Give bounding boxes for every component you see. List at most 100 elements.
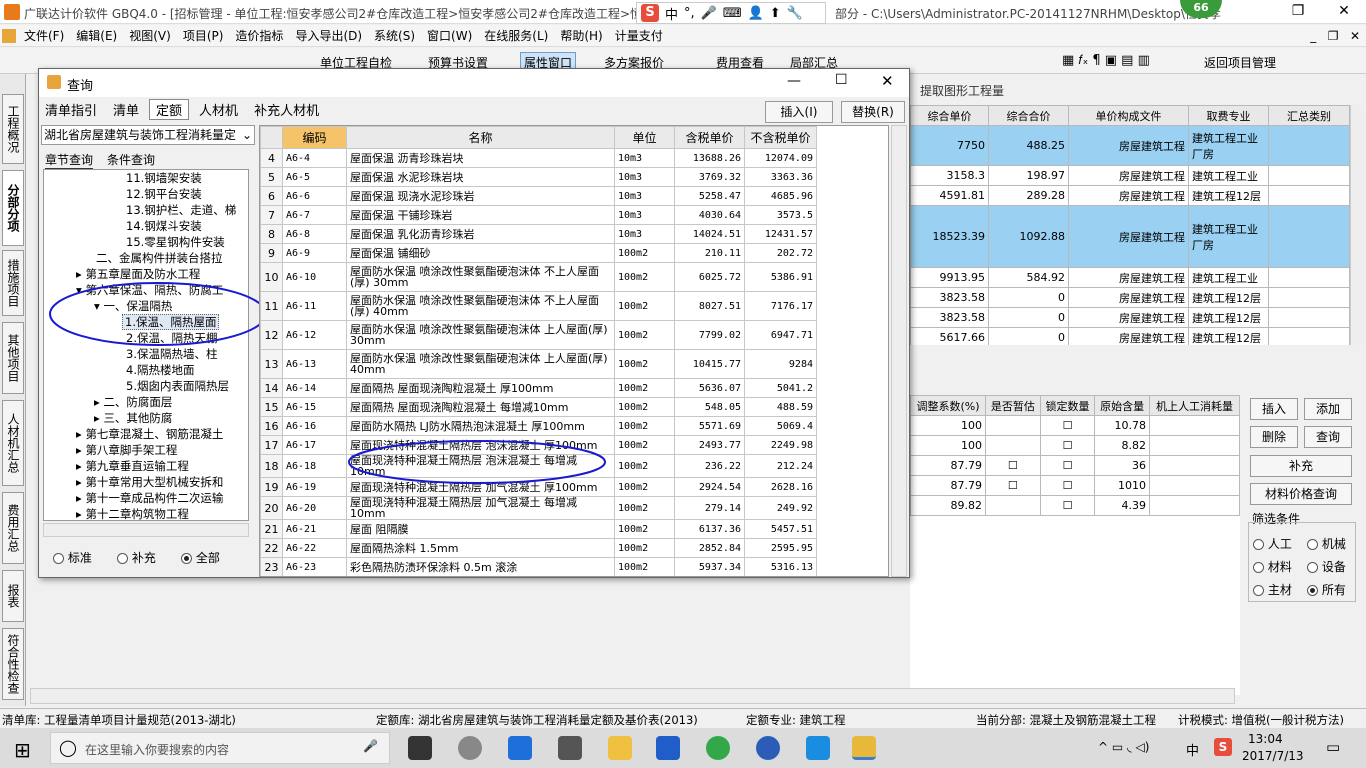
insert-side-button[interactable]: 插入 xyxy=(1250,398,1298,420)
tree-item[interactable]: 二、金属构件拼装台搭拉 xyxy=(44,250,248,266)
col-unit-price[interactable]: 综合单价 xyxy=(910,105,989,126)
horizontal-scrollbar[interactable] xyxy=(30,688,1235,704)
col-lock[interactable]: 锁定数量 xyxy=(1039,395,1096,416)
col-total-price[interactable]: 综合合价 xyxy=(988,105,1069,126)
tree-item[interactable]: 15.零星钢构件安装 xyxy=(44,234,248,250)
main-grid-scrollbar[interactable] xyxy=(1350,105,1364,345)
col-adjust[interactable]: 调整系数(%) xyxy=(910,395,987,416)
menu-cost-index[interactable]: 造价指标 xyxy=(229,27,289,44)
menu-file[interactable]: 文件(F) xyxy=(18,27,70,44)
col-tax-price[interactable]: 含税单价 xyxy=(674,126,745,149)
radio-all[interactable]: 全部 xyxy=(181,549,220,566)
menu-help[interactable]: 帮助(H) xyxy=(554,27,608,44)
table-row[interactable]: 87.79 ☐ ☐ 1010 xyxy=(910,475,1240,496)
table-row[interactable]: 23 A6-23 彩色隔热防渍环保涂料 0.5m 滚涂 100m2 5937.34 531… xyxy=(260,557,817,576)
table-row[interactable]: 3823.58 0 房屋建筑工程 建筑工程12层 xyxy=(910,287,1350,308)
ime-lang[interactable]: 中 xyxy=(1186,740,1199,759)
material-price-query-button[interactable]: 材料价格查询 xyxy=(1250,483,1352,505)
table-row[interactable]: 9 A6-9 屋面保温 铺细砂 100m2 210.11 202.72 xyxy=(260,243,817,263)
menu-project[interactable]: 项目(P) xyxy=(177,27,230,44)
glodon-red-icon[interactable] xyxy=(756,736,780,760)
tree-item[interactable]: 14.钢煤斗安装 xyxy=(44,218,248,234)
tree-item[interactable]: ▸ 第十二章构筑物工程 xyxy=(44,506,248,520)
dialog-insert-button[interactable]: 插入(I) xyxy=(765,101,833,123)
table-row[interactable]: 3823.58 0 房屋建筑工程 建筑工程12层 xyxy=(910,307,1350,328)
dialog-maximize-icon[interactable]: ☐ xyxy=(835,72,848,88)
query-side-button[interactable]: 查询 xyxy=(1304,426,1352,448)
col-notax-price[interactable]: 不含税单价 xyxy=(744,126,817,149)
col-machine-labor[interactable]: 机上人工消耗量 xyxy=(1148,395,1240,416)
table-row[interactable]: 9913.95 584.92 房屋建筑工程 建筑工程工业 xyxy=(910,267,1350,288)
subtab-chapter[interactable]: 章节查询 xyxy=(45,151,94,170)
filter-all[interactable]: 所有 xyxy=(1307,581,1346,598)
menu-online[interactable]: 在线服务(L) xyxy=(478,27,554,44)
tab-labor-material-summary[interactable]: 人材机汇总 xyxy=(2,400,24,486)
table-row[interactable]: 7750 488.25 房屋建筑工程 建筑工程工业厂房 xyxy=(910,125,1350,166)
tree-item[interactable]: ▸ 第七章混凝土、钢筋混凝土 xyxy=(44,426,248,442)
green-app-icon[interactable] xyxy=(706,736,730,760)
table-row[interactable]: 87.79 ☐ ☐ 36 xyxy=(910,455,1240,476)
menu-edit[interactable]: 编辑(E) xyxy=(70,27,123,44)
dialog-minimize-icon[interactable]: — xyxy=(787,73,801,89)
table-row[interactable]: 89.82 ☐ 4.39 xyxy=(910,495,1240,516)
supplement-button[interactable]: 补充 xyxy=(1250,455,1352,477)
task-view-icon[interactable] xyxy=(408,736,432,760)
table-row[interactable]: 14 A6-14 屋面隔热 屋面现浇陶粒混凝土 厚100mm 100m2 5636.07… xyxy=(260,378,817,398)
tree-hscrollbar[interactable] xyxy=(43,523,249,537)
clock-date[interactable]: 2017/7/13 xyxy=(1242,749,1304,763)
tab-sub-items[interactable]: 分部分项 xyxy=(2,170,24,246)
col-original[interactable]: 原始含量 xyxy=(1094,395,1150,416)
col-code[interactable]: 编码 xyxy=(282,126,347,149)
filter-machine[interactable]: 机械 xyxy=(1307,535,1346,552)
tab-list-guide[interactable]: 清单指引 xyxy=(39,100,103,119)
table-row[interactable]: 8 A6-8 屋面保温 乳化沥青珍珠岩 10m3 14024.51 12431.57 xyxy=(260,224,817,244)
filter-material[interactable]: 材料 xyxy=(1253,558,1292,575)
tree-item[interactable]: 12.钢平台安装 xyxy=(44,186,248,202)
table-row[interactable]: 6 A6-6 屋面保温 现浇水泥珍珠岩 10m3 5258.47 4685.96 xyxy=(260,186,817,206)
quota-grid-scrollbar[interactable] xyxy=(891,125,907,577)
tree-item[interactable]: ▸ 第八章脚手架工程 xyxy=(44,442,248,458)
table-row[interactable]: 13 A6-13 屋面防水保温 喷涂改性聚氨酯硬泡沫体 上人屋面(厚) 40mm 10… xyxy=(260,349,817,379)
ime-toolbar[interactable]: S 中 °, 🎤 ⌨ 👤 ⬆ 🔧 xyxy=(636,2,826,24)
col-estimate[interactable]: 是否暂估 xyxy=(985,395,1041,416)
filter-labor[interactable]: 人工 xyxy=(1253,535,1292,552)
tree-item[interactable]: ▸ 三、其他防腐 xyxy=(44,410,248,426)
library-select[interactable]: 湖北省房屋建筑与装饰工程消耗量定 ⌄ xyxy=(41,125,255,145)
col-price-file[interactable]: 单价构成文件 xyxy=(1068,105,1189,126)
filter-main-material[interactable]: 主材 xyxy=(1253,581,1292,598)
table-row[interactable]: 16 A6-16 屋面防水隔热 LJ防水隔热泡沫混凝土 厚100mm 100m2 557… xyxy=(260,416,817,436)
table-row[interactable]: 100 ☐ 10.78 xyxy=(910,415,1240,436)
filter-equipment[interactable]: 设备 xyxy=(1307,558,1346,575)
menu-measure-pay[interactable]: 计量支付 xyxy=(609,27,669,44)
table-row[interactable]: 7 A6-7 屋面保温 干铺珍珠岩 10m3 4030.64 3573.5 xyxy=(260,205,817,225)
table-row[interactable]: 22 A6-22 屋面隔热涂料 1.5mm 100m2 2852.84 2595.95 xyxy=(260,538,817,558)
col-name[interactable]: 名称 xyxy=(346,126,615,149)
table-row[interactable]: 100 ☐ 8.82 xyxy=(910,435,1240,456)
tree-item[interactable]: 4.隔热楼地面 xyxy=(44,362,248,378)
table-row[interactable]: 11 A6-11 屋面防水保温 喷涂改性聚氨酯硬泡沫体 不上人屋面(厚) 40mm 1… xyxy=(260,291,817,321)
tree-item[interactable]: 13.钢护栏、走道、梯 xyxy=(44,202,248,218)
calculator-icon[interactable]: ▦ 𝑓ₓ ¶ ▣ ▤ ▥ xyxy=(1062,53,1150,68)
mic-icon[interactable]: 🎤 xyxy=(363,739,378,753)
tray-icons[interactable]: ^ ▭ ◟ ◁) xyxy=(1098,740,1149,754)
tab-quota[interactable]: 定额 xyxy=(149,98,190,120)
clock-time[interactable]: 13:04 xyxy=(1248,732,1283,746)
tab-measures[interactable]: 措施项目 xyxy=(2,250,24,316)
dialog-close-icon[interactable]: ✕ xyxy=(881,72,894,90)
subtab-condition[interactable]: 条件查询 xyxy=(107,151,155,168)
glodon-icon[interactable] xyxy=(656,736,680,760)
add-side-button[interactable]: 添加 xyxy=(1304,398,1352,420)
table-row[interactable]: 5617.66 0 房屋建筑工程 建筑工程12层 xyxy=(910,327,1350,345)
tab-other-items[interactable]: 其他项目 xyxy=(2,322,24,394)
table-row[interactable]: 5 A6-5 屋面保温 水泥珍珠岩块 10m3 3769.32 3363.36 xyxy=(260,167,817,187)
tree-item[interactable]: ▸ 第十一章成品构件二次运输 xyxy=(44,490,248,506)
menu-system[interactable]: 系统(S) xyxy=(368,27,421,44)
table-row[interactable]: 10 A6-10 屋面防水保温 喷涂改性聚氨酯硬泡沫体 不上人屋面(厚) 30mm 1… xyxy=(260,262,817,292)
tab-project-overview[interactable]: 工程概况 xyxy=(2,94,24,164)
taskbar-search[interactable]: ◯ 在这里输入你要搜索的内容 🎤 xyxy=(50,732,390,764)
table-row[interactable]: 4591.81 289.28 房屋建筑工程 建筑工程12层 xyxy=(910,185,1350,206)
tree-item[interactable]: ▸ 二、防腐面层 xyxy=(44,394,248,410)
windows-start-icon[interactable]: ⊞ xyxy=(14,738,31,762)
col-fee-major[interactable]: 取费专业 xyxy=(1188,105,1269,126)
table-row[interactable]: 12 A6-12 屋面防水保温 喷涂改性聚氨酯硬泡沫体 上人屋面(厚) 30mm 10… xyxy=(260,320,817,350)
